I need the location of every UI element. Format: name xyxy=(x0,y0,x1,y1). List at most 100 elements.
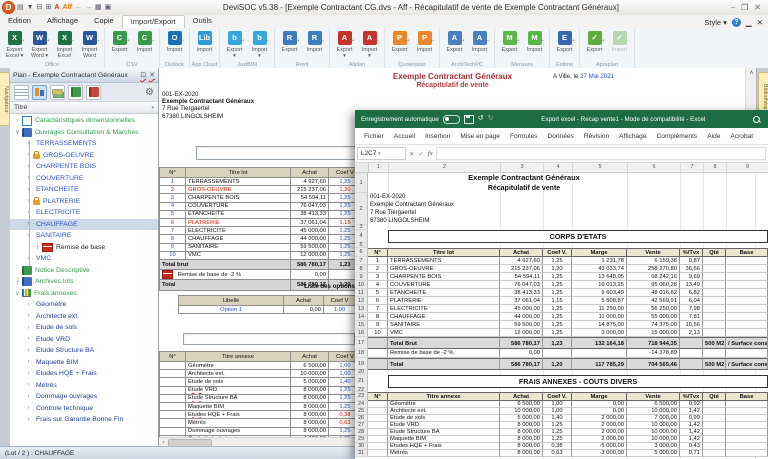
pin-icon[interactable]: ⊡ xyxy=(140,71,146,79)
forward-icon[interactable]: → xyxy=(85,3,92,13)
excel-tab[interactable]: Accueil xyxy=(389,131,420,142)
tree-item[interactable]: ›Métrés xyxy=(10,380,158,392)
column-header[interactable]: 3 xyxy=(501,163,544,172)
confirm-icon[interactable]: ✓ xyxy=(417,150,424,158)
close-button[interactable]: ✕ xyxy=(754,3,761,12)
excel-corps-row[interactable]: 10 4COUVERTURE76 047,03 1,2519 013,2595 … xyxy=(355,281,768,289)
excel-tab[interactable]: Fichier xyxy=(359,131,389,142)
lot-row[interactable]: 7ELECTRICITE45 000,001,25 xyxy=(160,227,362,235)
ribbon-button[interactable]: A←Import xyxy=(468,30,491,60)
column-header[interactable]: 8 xyxy=(704,163,727,172)
lot-row[interactable]: 9SANITAIRE59 500,001,25 xyxy=(160,243,362,251)
excel-corps-row[interactable]: 16 10VMC12 000,00 1,253 000,0015 000,00 … xyxy=(355,329,768,337)
ribbon-button[interactable]: b→Export▾ xyxy=(223,30,246,60)
lot-row[interactable]: 2GROS-OEUVRE215 237,061,20 xyxy=(160,186,362,194)
select-all-corner[interactable] xyxy=(355,163,369,172)
tree-item[interactable]: ›Etude de sols xyxy=(10,322,158,334)
tree-item[interactable]: ›CHAUFFAGE xyxy=(10,219,158,231)
name-box[interactable]: L2C7 ▾ xyxy=(357,147,406,160)
tree-item[interactable]: ∨Frais annexes xyxy=(10,288,158,300)
window-icon[interactable]: ▦ xyxy=(95,3,102,13)
tree-item[interactable]: ›Etude Structure BA xyxy=(10,345,158,357)
lot-row[interactable]: 8CHAUFFAGE44 000,001,25 xyxy=(160,235,362,243)
ribbon-button[interactable]: M→Export xyxy=(498,30,521,60)
ribbon-button[interactable]: R→Export xyxy=(278,30,301,60)
annex-row[interactable]: Etude VRD8 000,001,25 xyxy=(160,386,362,394)
tree-item[interactable]: ›COUVERTURE xyxy=(10,173,158,185)
excel-annex-row[interactable]: 28 Etude Structure BA8 000,00 1,252 000,… xyxy=(355,429,768,436)
ribbon-button[interactable]: W→ExportWord ▾ xyxy=(28,30,51,60)
tree-item[interactable]: ›Etudes HQE + Frais xyxy=(10,368,158,380)
column-header[interactable]: 2 xyxy=(389,163,501,172)
help-icon[interactable]: ? xyxy=(732,18,741,27)
formula-input[interactable] xyxy=(436,147,766,160)
search-icon[interactable] xyxy=(753,116,760,123)
menu-item[interactable]: Affichage xyxy=(39,15,86,28)
excel-tab[interactable]: Aide xyxy=(702,131,725,142)
restore-button[interactable]: ❐ xyxy=(741,3,748,12)
save-icon[interactable] xyxy=(464,115,474,124)
lot-row[interactable]: 10VMC12 000,001,25 xyxy=(160,251,362,259)
tree-item[interactable]: ›Caractéristiques dimensionnelles xyxy=(10,115,158,127)
minimize-button[interactable]: – xyxy=(731,3,735,12)
annex-row[interactable]: Métrés8 000,000,63 xyxy=(160,419,362,427)
excel-annex-row[interactable]: 27 Etude VRD8 000,00 1,252 000,0010 000,… xyxy=(355,422,768,429)
undo-icon[interactable]: ↺ xyxy=(478,115,484,123)
tree-item[interactable]: ›ELECTRICITE xyxy=(10,207,158,219)
red-book-icon[interactable] xyxy=(86,85,101,100)
back-icon[interactable]: ← xyxy=(75,3,82,13)
new-doc-icon[interactable]: ▤ xyxy=(17,3,24,13)
menu-item[interactable]: Import/Export xyxy=(122,15,185,28)
ribbon-button[interactable]: A→Export▾ xyxy=(333,30,356,60)
tree-item[interactable]: ›GROS-OEUVRE xyxy=(10,150,158,162)
ribbon-button[interactable]: E→Export xyxy=(553,30,576,60)
column-header[interactable]: 1 xyxy=(369,163,389,172)
navigator-side-tab[interactable]: Navigateur xyxy=(0,72,10,126)
print-icon[interactable]: ⊟ xyxy=(37,3,43,13)
annex-row[interactable]: Maquette BIM8 000,001,25 xyxy=(160,402,362,410)
excel-tab[interactable]: Compléments xyxy=(652,131,703,142)
ribbon-button[interactable]: C→Export xyxy=(108,30,131,60)
tree-column-header[interactable]: Titre ▾ xyxy=(10,102,158,114)
tree-item[interactable]: ›Dommage ouvrages xyxy=(10,391,158,403)
column-header[interactable]: 7 xyxy=(681,163,704,172)
tree-item[interactable]: ├Remise de base xyxy=(10,242,158,254)
tree-item[interactable]: ›CHARPENTE BOIS xyxy=(10,161,158,173)
ribbon-button[interactable]: O←Import xyxy=(163,30,186,60)
annex-row[interactable]: Etudes HQE + Frais8 000,000,38 xyxy=(160,411,362,419)
excel-tab[interactable]: Révision xyxy=(579,131,614,142)
tree-item[interactable]: ›Frais sur Garantie Bonne Fin xyxy=(10,414,158,426)
excel-corps-row[interactable]: 7 1TERRASSEMENTS4 927,60 1,251 231,786 1… xyxy=(355,257,768,265)
column-header[interactable]: 9 xyxy=(727,163,768,172)
lot-row[interactable]: 4COUVERTURE76 047,031,25 xyxy=(160,202,362,210)
ribbon-button[interactable]: W←ImportWord xyxy=(78,30,101,60)
ribbon-button[interactable]: P←Import xyxy=(413,30,436,60)
ribbon-button[interactable]: b←Import▾ xyxy=(248,30,271,60)
style-menu[interactable]: Style ▾ xyxy=(704,18,727,27)
column-header[interactable]: 6 xyxy=(628,163,681,172)
open-icon[interactable]: ▼ xyxy=(27,3,34,13)
ribbon-button[interactable]: LibImport xyxy=(193,30,216,60)
doc-list-icon[interactable] xyxy=(14,85,29,100)
menu-item[interactable]: Outils xyxy=(185,15,220,28)
redo-icon[interactable]: ↻ xyxy=(488,115,494,123)
ribbon-button[interactable]: ✓→Export xyxy=(583,30,606,60)
ribbon-button[interactable]: A→Export xyxy=(443,30,466,60)
excel-corps-row[interactable]: 11 5ETANCHEITE38 413,33 1,259 603,4948 0… xyxy=(355,289,768,297)
cancel-icon[interactable]: ✕ xyxy=(408,150,415,158)
excel-tab[interactable]: Affichage xyxy=(614,131,651,142)
excel-corps-row[interactable]: 15 9SANITAIRE59 500,00 1,2514 875,0074 3… xyxy=(355,321,768,329)
ribbon-button[interactable]: X→ExportExcel ▾ xyxy=(3,30,26,60)
excel-annex-row[interactable]: 26 Etude de sols5 000,00 1,402 000,007 0… xyxy=(355,415,768,422)
copy-icon[interactable]: ⊞ xyxy=(45,3,51,13)
excel-annex-row[interactable]: 30 Etudes HQE + Frais8 000,00 0,38-5 000… xyxy=(355,443,768,450)
excel-corps-row[interactable]: 8 2GROS-OEUVRE215 237,06 1,2043 033,7425… xyxy=(355,265,768,273)
option-row[interactable]: Option 10,001,00 xyxy=(179,306,356,314)
menu-item[interactable]: Edition xyxy=(0,15,39,28)
tree-item[interactable]: ›ETANCHEITE xyxy=(10,184,158,196)
tree-item[interactable]: ∨Ouvrages Consultation & Marchés xyxy=(10,127,158,139)
gear-icon[interactable]: ⚙ xyxy=(145,86,154,99)
aff-icon[interactable]: Aff xyxy=(62,3,72,13)
annex-row[interactable]: Architecte ext.10 000,001,00 xyxy=(160,370,362,378)
tree-item[interactable]: ›Architecte ext. xyxy=(10,311,158,323)
